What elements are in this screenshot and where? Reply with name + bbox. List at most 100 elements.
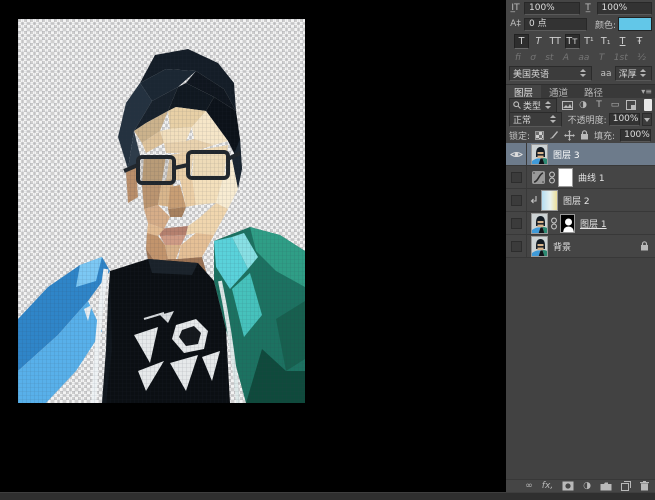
fractions-button[interactable]: ½ — [637, 53, 646, 63]
dropdown-arrows-icon — [544, 100, 553, 110]
faux-bold-button[interactable]: T — [514, 33, 529, 49]
layer-filter-row: 类型 ◑ T ▭ — [506, 97, 655, 113]
layer-name[interactable]: 背景 — [553, 240, 571, 253]
filter-toggle-switch[interactable] — [644, 99, 652, 111]
delete-layer-trash-icon[interactable] — [640, 481, 649, 491]
ligatures-button[interactable]: fi — [515, 53, 521, 63]
pixel-layer-filter-icon[interactable] — [561, 100, 573, 111]
layer-row-background[interactable]: 背景 — [506, 235, 655, 258]
faux-italic-button[interactable]: T — [531, 34, 546, 49]
smart-object-filter-icon[interactable] — [625, 100, 637, 111]
layer-row-layer2[interactable]: 图层 2 — [506, 189, 655, 212]
fill-label: 填充: — [594, 131, 616, 142]
layer-name[interactable]: 图层 1 — [580, 217, 607, 230]
lock-label: 锁定: — [509, 131, 531, 142]
curves-adjustment-icon[interactable] — [531, 170, 546, 185]
lock-transparency-icon[interactable] — [535, 130, 545, 141]
discretionary-ligatures-button[interactable]: st — [545, 53, 553, 63]
clipping-mask-arrow-icon — [530, 195, 537, 203]
fill-value[interactable]: 100% — [620, 128, 652, 142]
layer-row-layer1[interactable]: 图层 1 — [506, 212, 655, 235]
new-layer-icon[interactable] — [621, 481, 631, 491]
canvas-area[interactable] — [0, 0, 506, 492]
document-image[interactable] — [18, 19, 305, 403]
layer-row-layer3[interactable]: 图层 3 — [506, 143, 655, 166]
new-group-folder-icon[interactable] — [600, 482, 612, 491]
new-adjustment-layer-icon[interactable]: ◑ — [583, 481, 591, 491]
layer-mask-thumbnail[interactable] — [558, 167, 573, 187]
status-bar — [0, 492, 655, 500]
opacity-dropdown-button[interactable] — [641, 113, 652, 126]
layer-mask-thumbnail[interactable] — [560, 213, 575, 233]
layer-thumbnail[interactable] — [531, 143, 548, 165]
subscript-button[interactable]: T₁ — [598, 34, 613, 49]
link-layers-icon[interactable]: ∞ — [525, 481, 533, 491]
lock-row: 锁定: 填充: 100% — [506, 127, 655, 143]
tab-channels[interactable]: 通道 — [541, 85, 576, 99]
lock-pixels-brush-icon[interactable] — [549, 130, 559, 141]
text-color-swatch[interactable] — [618, 17, 652, 31]
visibility-toggle[interactable] — [506, 212, 527, 234]
type-layer-filter-icon[interactable]: T — [593, 100, 605, 111]
layer-name[interactable]: 曲线 1 — [578, 171, 605, 184]
titling-alternates-button[interactable]: T — [599, 53, 605, 63]
filter-kind-dropdown[interactable]: 类型 — [509, 97, 557, 113]
adjustment-layer-filter-icon[interactable]: ◑ — [577, 100, 589, 111]
character-panel: I̲T 100% T̲ 100% A‡ 0 点 颜色: T T TT Tᴛ T¹… — [506, 0, 655, 84]
language-dropdown[interactable]: 美国英语 — [509, 66, 592, 81]
contextual-alternates-button[interactable]: ơ — [530, 53, 536, 63]
add-layer-mask-icon[interactable] — [562, 481, 574, 491]
dropdown-arrows-icon — [639, 69, 648, 78]
gradient-layer-thumbnail[interactable] — [541, 189, 558, 211]
layers-bottom-bar: ∞ fx, ◑ — [506, 479, 655, 492]
stylistic-alternates-button[interactable]: aa — [578, 53, 589, 63]
layer-style-fx-icon[interactable]: fx, — [542, 481, 553, 491]
visibility-empty-box — [510, 217, 522, 229]
dropdown-arrows-icon — [579, 69, 588, 78]
all-caps-button[interactable]: TT — [548, 34, 563, 49]
underline-button[interactable]: T — [615, 34, 630, 49]
visibility-toggle[interactable] — [506, 235, 527, 257]
layer-name[interactable]: 图层 2 — [563, 194, 590, 207]
visibility-empty-box — [510, 171, 522, 183]
blend-mode-dropdown[interactable]: 正常 — [509, 112, 562, 127]
visibility-empty-box — [510, 240, 522, 252]
strikethrough-button[interactable]: Ŧ — [632, 34, 647, 49]
baseline-shift-icon: A‡ — [510, 19, 521, 29]
photoshop-window: I̲T 100% T̲ 100% A‡ 0 点 颜色: T T TT Tᴛ T¹… — [0, 0, 655, 500]
eye-icon — [509, 151, 523, 157]
layers-list: 图层 3 曲线 1 图层 2 图层 1 背景 — [506, 143, 655, 479]
blend-mode-row: 正常 不透明度: 100% — [506, 112, 655, 127]
anti-alias-dropdown[interactable]: 浑厚 — [614, 66, 652, 81]
lock-all-icon[interactable] — [580, 130, 589, 141]
ordinals-button[interactable]: 1st — [614, 53, 628, 63]
visibility-toggle[interactable] — [506, 189, 527, 211]
layer-thumbnail[interactable] — [531, 235, 548, 257]
opacity-value[interactable]: 100% — [608, 113, 640, 126]
vertical-scale-field[interactable]: 100% — [524, 1, 580, 15]
panel-menu-icon[interactable]: ▾≡ — [641, 85, 655, 98]
mask-link-icon[interactable] — [551, 217, 557, 230]
background-lock-icon — [641, 241, 648, 251]
visibility-empty-box — [510, 194, 522, 206]
tab-paths[interactable]: 路径 — [576, 85, 611, 99]
horizontal-scale-icon: T̲ — [585, 3, 591, 13]
mask-link-icon[interactable] — [549, 171, 555, 184]
right-panel: I̲T 100% T̲ 100% A‡ 0 点 颜色: T T TT Tᴛ T¹… — [506, 0, 655, 492]
layer-name[interactable]: 图层 3 — [553, 148, 580, 161]
layer-row-curves1[interactable]: 曲线 1 — [506, 166, 655, 189]
layer-thumbnail[interactable] — [531, 212, 548, 234]
superscript-button[interactable]: T¹ — [581, 34, 596, 49]
panel-tabbar: 图层 通道 路径 ▾≡ — [506, 84, 655, 99]
visibility-toggle[interactable] — [506, 166, 527, 188]
tab-layers[interactable]: 图层 — [506, 85, 542, 99]
baseline-shift-field[interactable]: 0 点 — [524, 17, 587, 31]
search-icon — [513, 101, 521, 109]
vertical-scale-icon: I̲T — [511, 3, 520, 13]
horizontal-scale-field[interactable]: 100% — [596, 1, 652, 15]
small-caps-button[interactable]: Tᴛ — [564, 33, 580, 49]
visibility-toggle[interactable] — [506, 143, 527, 165]
shape-layer-filter-icon[interactable]: ▭ — [609, 100, 621, 111]
lock-position-move-icon[interactable] — [564, 129, 576, 141]
swash-button[interactable]: A — [563, 53, 569, 63]
